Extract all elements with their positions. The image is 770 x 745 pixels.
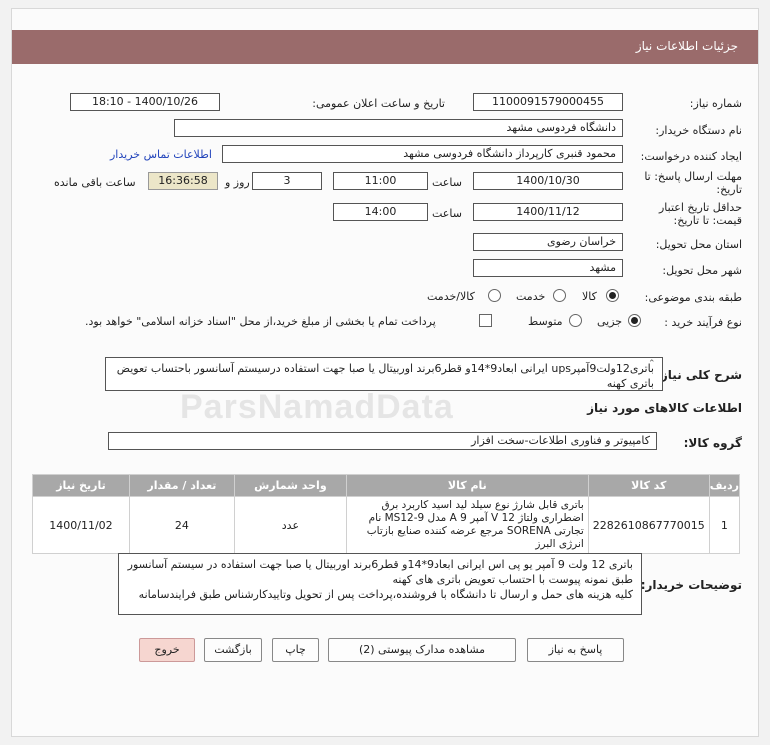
col-header-date: تاریخ نیاز — [32, 474, 130, 497]
city-label: شهر محل تحویل: — [662, 264, 742, 277]
province-label: استان محل تحویل: — [655, 238, 742, 251]
process-radio-medium[interactable] — [569, 314, 582, 327]
goods-info-title: اطلاعات کالاهای مورد نیاز — [587, 401, 742, 415]
process-radio-minor[interactable] — [628, 314, 641, 327]
view-attachments-button[interactable]: مشاهده مدارک پیوستی (2) — [328, 638, 516, 662]
need-number-label: شماره نیاز: — [689, 97, 742, 110]
deadline-label-2: تاریخ: — [716, 183, 742, 196]
page-title: جزئیات اطلاعات نیاز — [635, 39, 738, 53]
validity-time-field: 14:00 — [333, 203, 428, 221]
category-radio-goods[interactable] — [606, 289, 619, 302]
goods-group-label: گروه کالا: — [683, 436, 742, 450]
col-header-code: کد کالا — [587, 474, 710, 497]
category-option-service: خدمت — [516, 290, 546, 303]
requester-label: ایجاد کننده درخواست: — [640, 150, 742, 163]
validity-label-2: قیمت: تا تاریخ: — [673, 214, 742, 227]
process-option-medium: متوسط — [528, 315, 563, 328]
process-option-minor: جزیی — [597, 315, 623, 328]
process-label: نوع فرآیند خرید : — [664, 316, 742, 329]
buyer-org-label: نام دستگاه خریدار: — [655, 124, 742, 137]
remaining-time-label: ساعت باقی مانده — [54, 176, 136, 189]
exit-button[interactable]: خروج — [139, 638, 195, 662]
col-header-qty: تعداد / مقدار — [128, 474, 235, 497]
treasury-payment-note: پرداخت تمام یا بخشی از مبلغ خرید،از محل … — [85, 315, 436, 328]
cell-name: باتری قابل شارژ نوع سیلد لید اسید کاربرد… — [345, 496, 589, 554]
category-label: طبقه بندی موضوعی: — [644, 291, 742, 304]
col-header-unit: واحد شمارش — [233, 474, 347, 497]
need-number-field: 1100091579000455 — [473, 93, 623, 111]
deadline-label-1: مهلت ارسال پاسخ: تا — [644, 170, 742, 183]
buyer-org-field: دانشگاه فردوسی مشهد — [174, 119, 623, 137]
province-field: خراسان رضوی — [473, 233, 623, 251]
col-header-row: ردیف — [708, 474, 741, 497]
validity-date-field: 1400/11/12 — [473, 203, 623, 221]
deadline-days-field: 3 — [252, 172, 322, 190]
col-header-name: نام کالا — [345, 474, 589, 497]
resize-handle-icon[interactable]: ⌃ — [648, 359, 656, 369]
buyer-notes-label: توضیحات خریدار: — [640, 578, 742, 592]
category-option-goods: کالا — [582, 290, 597, 303]
category-option-both: کالا/خدمت — [427, 290, 475, 303]
cell-row: 1 — [708, 496, 741, 554]
table-row: 1 2282610867770015 باتری قابل شارژ نوع س… — [32, 496, 741, 554]
requester-field: محمود قنبری کارپرداز دانشگاه فردوسی مشهد — [222, 145, 623, 163]
category-radio-service[interactable] — [553, 289, 566, 302]
category-radio-both[interactable] — [488, 289, 501, 302]
summary-field: باتری12ولت9آمپرups ایرانی ابعاد9*14و قطر… — [105, 357, 663, 391]
cell-date: 1400/11/02 — [32, 496, 130, 554]
deadline-time-label: ساعت — [432, 176, 462, 189]
cell-qty: 24 — [128, 496, 235, 554]
page-header: جزئیات اطلاعات نیاز — [12, 30, 758, 64]
buyer-contact-link[interactable]: اطلاعات تماس خریدار — [110, 148, 212, 161]
back-button[interactable]: بازگشت — [204, 638, 262, 662]
city-field: مشهد — [473, 259, 623, 277]
deadline-date-field: 1400/10/30 — [473, 172, 623, 190]
goods-table: ردیف کد کالا نام کالا واحد شمارش تعداد /… — [32, 474, 741, 554]
remaining-time-field: 16:36:58 — [148, 172, 218, 190]
announce-label: تاریخ و ساعت اعلان عمومی: — [312, 97, 445, 110]
validity-label-1: حداقل تاریخ اعتبار — [658, 201, 742, 214]
watermark: ParsNamadData — [180, 388, 454, 426]
deadline-time-field: 11:00 — [333, 172, 428, 190]
treasury-payment-checkbox[interactable] — [479, 314, 492, 327]
cell-unit: عدد — [233, 496, 347, 554]
cell-code: 2282610867770015 — [587, 496, 710, 554]
reply-button[interactable]: پاسخ به نیاز — [527, 638, 624, 662]
validity-time-label: ساعت — [432, 207, 462, 220]
announce-field: 1400/10/26 - 18:10 — [70, 93, 220, 111]
summary-label: شرح کلی نیاز: — [656, 368, 742, 382]
deadline-days-label: روز و — [225, 176, 250, 189]
buyer-notes-field: باتری 12 ولت 9 آمپر یو پی اس ایرانی ابعا… — [118, 553, 642, 615]
goods-group-field: کامپیوتر و فناوری اطلاعات-سخت افزار — [108, 432, 657, 450]
print-button[interactable]: چاپ — [272, 638, 319, 662]
